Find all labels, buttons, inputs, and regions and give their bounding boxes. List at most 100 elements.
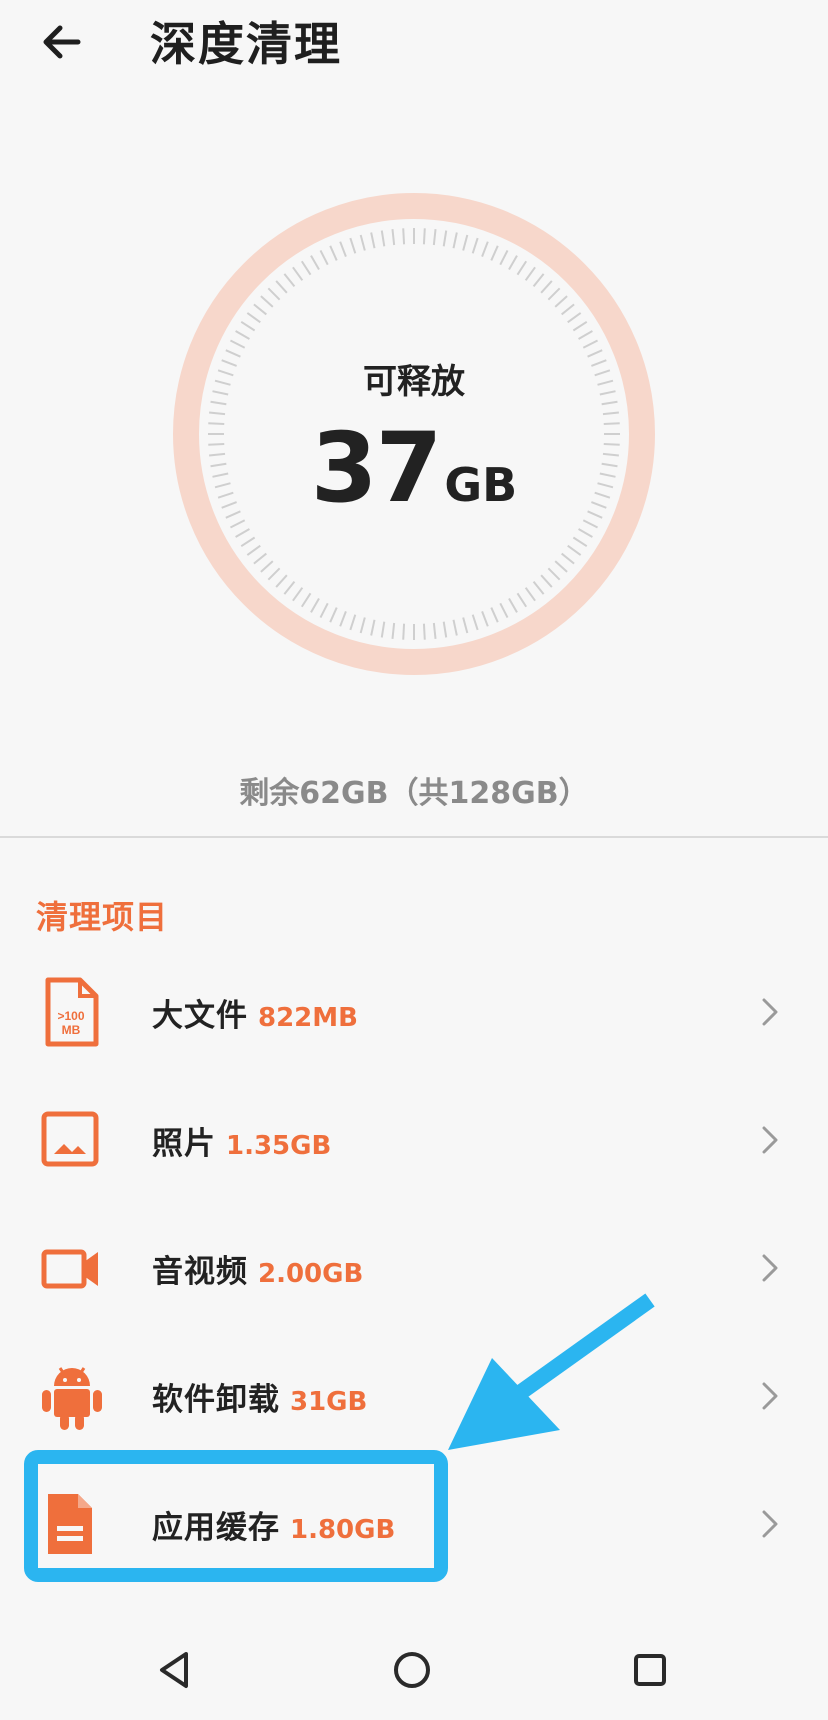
gauge-tick [235, 528, 250, 538]
list-item-photos[interactable]: 照片 1.35GB [0, 1076, 828, 1204]
gauge-tick [508, 255, 518, 270]
gauge-tick [471, 237, 479, 254]
arrow-left-icon [43, 25, 81, 59]
list-item-uninstall[interactable]: 软件卸载 31GB [0, 1332, 828, 1460]
gauge-tick [561, 552, 575, 565]
gauge-tick [240, 320, 256, 332]
photo-icon [40, 1104, 104, 1176]
gauge-tick [442, 230, 448, 247]
item-label: 音视频 2.00GB [152, 1254, 364, 1290]
gauge-tick [260, 295, 274, 308]
list-item-audio-video[interactable]: 音视频 2.00GB [0, 1204, 828, 1332]
gauge-tick [422, 228, 426, 245]
gauge-tick [547, 567, 561, 581]
gauge-tick [540, 574, 553, 588]
gauge-tick [292, 587, 304, 602]
gauge-label: 可释放 [363, 362, 465, 402]
gauge-tick [229, 339, 246, 349]
chevron-right-icon [762, 1382, 778, 1410]
item-label: 大文件 822MB [152, 998, 358, 1034]
gauge-tick [524, 266, 536, 281]
gauge-tick [422, 623, 426, 640]
gauge-tick [349, 237, 357, 254]
item-size: 31GB [290, 1387, 368, 1417]
gauge-tick [339, 241, 347, 257]
annotation-arrow-icon [448, 1293, 655, 1450]
gauge-value: 37GB [172, 412, 656, 524]
gauge-tick [370, 232, 376, 249]
gauge-tick [508, 598, 518, 613]
gauge-tick [359, 234, 366, 251]
gauge-tick [578, 330, 593, 340]
gauge-tick [349, 614, 357, 631]
gauge-tick [432, 622, 437, 639]
gauge-tick [572, 536, 588, 548]
gauge-tick [532, 273, 545, 287]
gauge-tick [442, 621, 448, 638]
video-icon [40, 1232, 104, 1304]
gauge-tick [554, 295, 568, 308]
chevron-right-icon [762, 1254, 778, 1282]
android-icon [40, 1360, 104, 1432]
gauge-tick [391, 622, 396, 639]
gauge-tick [319, 602, 329, 619]
triangle-back-icon [160, 1652, 188, 1688]
gauge-tick [267, 287, 281, 301]
gauge-tick [235, 330, 250, 340]
gauge-tick [490, 245, 499, 261]
gauge-tick [310, 255, 320, 270]
gauge-tick [283, 581, 296, 595]
gauge-tick [516, 592, 528, 608]
gauge-tick [561, 303, 575, 316]
gauge-tick [499, 602, 509, 619]
gauge-tick [300, 260, 312, 276]
gauge-tick [391, 229, 396, 246]
page-title: 深度清理 [150, 17, 342, 71]
divider [0, 836, 828, 838]
gauge-tick [240, 536, 256, 548]
gauge-tick [547, 287, 561, 301]
deep-clean-page: 深度清理 可释放 37GB 剩余62GB（共128GB） 清理项目 >100 M… [0, 0, 828, 1720]
circle-home-icon [394, 1652, 430, 1688]
gauge-tick [380, 230, 386, 247]
gauge-tick [260, 560, 274, 573]
gauge-tick [572, 320, 588, 332]
item-label: 软件卸载 31GB [152, 1382, 368, 1418]
gauge-tick [481, 241, 489, 257]
gauge-tick [499, 249, 509, 266]
gauge-tick [246, 312, 261, 324]
storage-summary: 剩余62GB（共128GB） [239, 776, 589, 811]
gauge-tick [432, 229, 437, 246]
list-item-large-files[interactable]: >100 MB 大文件 822MB [0, 948, 828, 1076]
gauge-tick [339, 611, 347, 627]
nav-back-button[interactable] [152, 1648, 196, 1692]
gauge-tick [292, 266, 304, 281]
gauge-tick [540, 280, 553, 294]
item-size: 2.00GB [258, 1259, 364, 1289]
gauge-tick [402, 228, 406, 245]
gauge-tick [283, 273, 296, 287]
gauge-tick [275, 574, 288, 588]
gauge-tick [481, 611, 489, 627]
nav-recents-button[interactable] [628, 1648, 672, 1692]
gauge-tick [319, 249, 329, 266]
gauge-tick [524, 587, 536, 602]
releasable-gauge: 可释放 37GB [172, 192, 656, 676]
svg-text:>100: >100 [57, 1009, 84, 1023]
gauge-tick [452, 619, 458, 636]
nav-home-button[interactable] [390, 1648, 434, 1692]
back-button[interactable] [38, 18, 86, 66]
gauge-tick [359, 617, 366, 634]
gauge-tick [578, 528, 593, 538]
item-label: 照片 1.35GB [152, 1126, 332, 1162]
gauge-tick [246, 544, 261, 556]
section-title: 清理项目 [36, 898, 169, 936]
square-recents-icon [634, 1654, 666, 1686]
gauge-tick [402, 623, 406, 640]
gauge-tick [329, 607, 338, 623]
gauge-tick [532, 581, 545, 595]
gauge-tick [329, 245, 338, 261]
gauge-tick [253, 552, 267, 565]
gauge-tick [582, 339, 599, 349]
gauge-unit: GB [444, 458, 518, 512]
